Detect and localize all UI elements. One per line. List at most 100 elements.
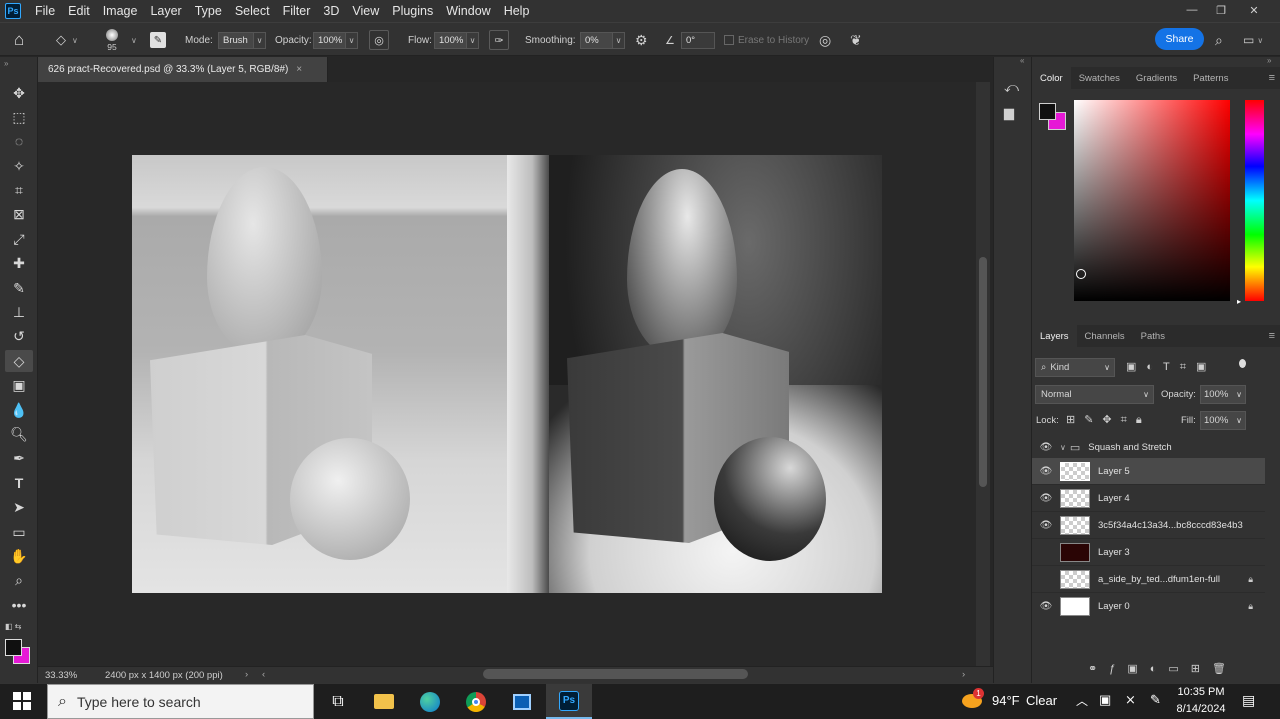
pressure-icon[interactable]: ◎ <box>369 30 389 50</box>
edge-icon[interactable] <box>407 684 453 719</box>
layer-row-group[interactable]: 👁︎ ∨ ▭ Squash and Stretch <box>1032 434 1265 461</box>
layer-row[interactable]: ▢ Layer 3 <box>1032 539 1265 566</box>
comments-icon[interactable]: ▆ <box>1004 105 1014 121</box>
fill-input[interactable]: 100% ∨ <box>1200 411 1246 430</box>
path-selection-tool-icon[interactable]: ➤ <box>5 496 33 518</box>
brush-tool-icon[interactable]: ✎ <box>5 277 33 299</box>
store-icon[interactable] <box>499 684 545 719</box>
menu-select[interactable]: Select <box>229 4 277 18</box>
workspace-icon[interactable]: ▭ ∨ <box>1243 23 1263 57</box>
taskbar-search-box[interactable]: ⌕ Type here to search <box>47 684 314 719</box>
close-window-button[interactable]: ✕ <box>1238 0 1270 20</box>
smoothing-input[interactable]: 0% <box>580 31 613 49</box>
brush-settings-icon[interactable]: ✎ <box>150 23 166 57</box>
layer-filter-icons[interactable]: ▣◐T⌗▣ <box>1126 360 1216 374</box>
weather-description[interactable]: Clear <box>1026 693 1057 708</box>
eye-icon[interactable]: 👁︎ <box>1032 520 1060 531</box>
pen-tool-icon[interactable]: ✒ <box>5 447 33 469</box>
zoom-level[interactable]: 33.33% <box>45 670 77 681</box>
color-picker-field[interactable] <box>1074 100 1230 301</box>
default-colors-icon[interactable]: ◧ ⇆ <box>5 622 21 631</box>
filter-toggle-icon[interactable] <box>1239 359 1246 368</box>
expand-icon[interactable]: « <box>1020 56 1024 65</box>
foreground-color-swatch[interactable] <box>5 639 22 656</box>
vertical-scroll-thumb[interactable] <box>979 257 987 487</box>
mode-select[interactable]: Brush <box>218 31 254 49</box>
zoom-tool-icon[interactable]: ⌕ <box>5 569 33 591</box>
dodge-tool-icon[interactable]: 🔍︎ <box>5 423 33 445</box>
foreground-color-swatch[interactable] <box>1039 103 1056 120</box>
blur-tool-icon[interactable]: 💧 <box>5 399 33 421</box>
tab-patterns[interactable]: Patterns <box>1185 67 1236 89</box>
erase-history-checkbox[interactable] <box>724 35 734 45</box>
chevron-down-icon[interactable]: ∨ <box>254 31 266 49</box>
magic-wand-tool-icon[interactable]: ✧ <box>5 155 33 177</box>
restore-button[interactable]: ❐ <box>1205 0 1237 20</box>
chevron-down-icon[interactable]: ∨ <box>346 31 358 49</box>
hidden-eye-icon[interactable]: ▢ <box>1032 574 1060 585</box>
gradient-tool-icon[interactable]: ▣ <box>5 374 33 396</box>
move-tool-icon[interactable]: ✥ <box>5 82 33 104</box>
panel-menu-icon[interactable]: ≡ <box>1269 72 1275 84</box>
search-icon[interactable]: ⌕ <box>1215 23 1223 57</box>
menu-window[interactable]: Window <box>440 4 497 18</box>
windows-start-icon[interactable] <box>13 692 31 710</box>
home-icon[interactable]: ⌂ <box>14 23 24 57</box>
tab-swatches[interactable]: Swatches <box>1071 67 1128 89</box>
collapse-icon[interactable]: » <box>4 59 8 68</box>
layer-row[interactable]: 👁︎ 3c5f34a4c13a34...bc8cccd83e4b3 <box>1032 512 1265 539</box>
chevron-down-icon[interactable]: ∨ <box>131 23 137 57</box>
chevron-down-icon[interactable]: ∨ <box>467 31 479 49</box>
panel-menu-icon[interactable]: ≡ <box>1269 330 1275 342</box>
clock-date[interactable]: 8/14/2024 <box>1176 703 1226 715</box>
pressure-size-icon[interactable]: ◎ <box>819 23 831 57</box>
eye-icon[interactable]: 👁︎ <box>1032 442 1060 453</box>
brush-size-picker[interactable]: 95 <box>106 23 118 57</box>
tab-gradients[interactable]: Gradients <box>1128 67 1185 89</box>
symmetry-icon[interactable]: ❦ <box>850 23 862 57</box>
more-tools-icon[interactable]: ••• <box>5 594 33 616</box>
chevron-right-icon[interactable]: › <box>245 669 248 680</box>
hidden-eye-icon[interactable]: ▢ <box>1032 547 1060 558</box>
share-button[interactable]: Share <box>1155 28 1204 50</box>
scroll-left-icon[interactable]: ‹ <box>262 669 265 680</box>
eraser-tool-icon[interactable]: ◇ <box>5 350 33 372</box>
minimize-button[interactable]: — <box>1176 0 1208 20</box>
scroll-right-icon[interactable]: › <box>962 669 965 680</box>
menu-layer[interactable]: Layer <box>144 4 188 18</box>
menu-view[interactable]: View <box>346 4 386 18</box>
volume-icon[interactable]: ⨯ <box>1125 692 1136 708</box>
eraser-tool-preset-icon[interactable]: ◇ ∨ <box>56 23 78 57</box>
eye-icon[interactable]: 👁︎ <box>1032 601 1060 612</box>
chevron-down-icon[interactable]: ∨ <box>1060 443 1066 452</box>
close-icon[interactable]: × <box>296 64 302 75</box>
menu-type[interactable]: Type <box>189 4 229 18</box>
tab-layers[interactable]: Layers <box>1032 325 1077 347</box>
hue-slider-handle[interactable]: ▸ <box>1237 297 1241 306</box>
tab-color[interactable]: Color <box>1032 67 1071 89</box>
network-icon[interactable]: ▣ <box>1099 692 1111 708</box>
stamp-tool-icon[interactable]: ⊥ <box>5 301 33 323</box>
layer-row[interactable]: 👁︎ Layer 5 <box>1032 458 1265 485</box>
menu-edit[interactable]: Edit <box>62 4 97 18</box>
frame-tool-icon[interactable]: ⊠ <box>5 203 33 225</box>
notifications-icon[interactable]: ▤ <box>1242 692 1255 709</box>
layer-row[interactable]: ▢ a_side_by_ted...dfum1en-full 🔒︎ <box>1032 566 1265 593</box>
hand-tool-icon[interactable]: ✋ <box>5 545 33 567</box>
document-canvas[interactable] <box>132 155 882 593</box>
healing-brush-tool-icon[interactable]: ✚ <box>5 252 33 274</box>
menu-filter[interactable]: Filter <box>277 4 318 18</box>
marquee-tool-icon[interactable]: ⬚ <box>5 106 33 128</box>
eye-icon[interactable]: 👁︎ <box>1032 493 1060 504</box>
rectangle-tool-icon[interactable]: ▭ <box>5 521 33 543</box>
layer-opacity-input[interactable]: 100% ∨ <box>1200 385 1246 404</box>
angle-input[interactable]: 0° <box>681 31 715 49</box>
clock-time[interactable]: 10:35 PM <box>1176 686 1226 698</box>
horizontal-scroll-thumb[interactable] <box>483 669 748 679</box>
gear-icon[interactable]: ⚙ <box>635 23 648 57</box>
crop-tool-icon[interactable]: ⌗ <box>5 179 33 201</box>
document-tab[interactable]: 626 pract-Recovered.psd @ 33.3% (Layer 5… <box>38 57 328 82</box>
lasso-tool-icon[interactable]: ◌ <box>5 130 33 152</box>
collapse-panels-icon[interactable]: » <box>1267 56 1271 65</box>
blend-mode-select[interactable]: Normal ∨ <box>1035 385 1154 404</box>
